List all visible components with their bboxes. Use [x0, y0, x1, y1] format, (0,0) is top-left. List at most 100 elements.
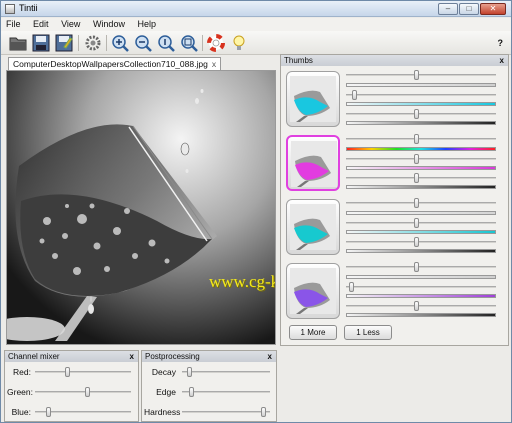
zoom-in-icon[interactable]: [110, 33, 130, 53]
slider-handle[interactable]: [414, 173, 419, 183]
slider-track: [346, 241, 496, 243]
save-icon[interactable]: [31, 33, 51, 53]
slider-handle[interactable]: [85, 387, 90, 397]
value-slider[interactable]: [346, 237, 496, 247]
slider-handle[interactable]: [414, 70, 419, 80]
slider-handle[interactable]: [349, 282, 354, 292]
thumb-row: [281, 198, 510, 259]
channel-mixer-slider[interactable]: [35, 387, 131, 397]
saturation-slider[interactable]: [346, 282, 496, 292]
hue-slider[interactable]: [346, 134, 496, 144]
slider-handle[interactable]: [414, 154, 419, 164]
postprocessing-slider[interactable]: [182, 407, 270, 417]
postprocessing-row: Hardness: [142, 405, 276, 419]
one-less-button[interactable]: 1 Less: [344, 325, 392, 340]
hue-gradient: [346, 147, 496, 151]
app-window: Tintii – □ ✕ File Edit View Window Help: [0, 0, 512, 423]
value-gradient: [346, 185, 496, 189]
slider-track: [35, 371, 131, 373]
one-more-button[interactable]: 1 More: [289, 325, 337, 340]
channel-mixer-slider[interactable]: [35, 367, 131, 377]
postprocessing-row: Decay: [142, 365, 276, 379]
slider-handle[interactable]: [46, 407, 51, 417]
slider-handle[interactable]: [414, 198, 419, 208]
menu-view[interactable]: View: [56, 18, 85, 29]
slider-handle[interactable]: [65, 367, 70, 377]
postprocessing-row: Edge: [142, 385, 276, 399]
slider-handle[interactable]: [261, 407, 266, 417]
hue-slider[interactable]: [346, 198, 496, 208]
thumbs-title-text: Thumbs: [284, 56, 313, 65]
watermark-text: www.cg-ku.com: [209, 272, 275, 291]
menu-file[interactable]: File: [1, 18, 26, 29]
value-gradient: [346, 313, 496, 317]
tab-close-icon[interactable]: x: [212, 59, 216, 69]
image-viewport[interactable]: www.cg-ku.com: [6, 70, 276, 345]
channel-mixer-panel: Channel mixer x Red: Green: Blue:: [4, 350, 139, 422]
saturation-slider[interactable]: [346, 90, 496, 100]
postprocessing-title: Postprocessing x: [142, 351, 276, 362]
postprocessing-title-text: Postprocessing: [145, 352, 200, 361]
slider-handle[interactable]: [414, 262, 419, 272]
slider-handle[interactable]: [414, 237, 419, 247]
channel-mixer-label: Red:: [13, 367, 31, 377]
slider-handle[interactable]: [414, 134, 419, 144]
help-lifebuoy-icon[interactable]: [206, 33, 226, 53]
window-title: Tintii: [19, 3, 38, 13]
saturation-slider[interactable]: [346, 154, 496, 164]
zoom-fit-icon[interactable]: [179, 33, 199, 53]
tab-image-file[interactable]: ComputerDesktopWallpapersCollection710_0…: [8, 57, 222, 70]
thumb-preview[interactable]: [286, 263, 340, 319]
channel-mixer-row: Blue:: [5, 405, 138, 419]
open-folder-icon[interactable]: [8, 33, 28, 53]
close-button[interactable]: ✕: [480, 3, 506, 15]
slider-handle[interactable]: [187, 367, 192, 377]
channel-mixer-slider[interactable]: [35, 407, 131, 417]
thumb-preview-selected[interactable]: [286, 135, 340, 191]
value-slider[interactable]: [346, 109, 496, 119]
slider-track: [346, 202, 496, 204]
hue-slider[interactable]: [346, 262, 496, 272]
channel-mixer-close-icon[interactable]: x: [130, 351, 134, 362]
postprocessing-slider[interactable]: [182, 387, 270, 397]
menu-bar: File Edit View Window Help: [1, 18, 511, 31]
whats-this-help-button[interactable]: ?: [498, 38, 504, 48]
channel-mixer-row: Red:: [5, 365, 138, 379]
value-slider[interactable]: [346, 173, 496, 183]
slider-track: [346, 158, 496, 160]
slider-track: [182, 371, 270, 373]
slider-handle[interactable]: [414, 218, 419, 228]
saturation-gradient: [346, 230, 496, 234]
thumb-preview[interactable]: [286, 71, 340, 127]
saturation-gradient: [346, 102, 496, 106]
thumb-preview[interactable]: [286, 199, 340, 255]
slider-handle[interactable]: [414, 301, 419, 311]
thumbs-close-icon[interactable]: x: [500, 55, 504, 66]
zoom-actual-icon[interactable]: [156, 33, 176, 53]
maximize-button[interactable]: □: [459, 3, 479, 15]
thumb-row: [281, 70, 510, 131]
menu-help[interactable]: Help: [132, 18, 161, 29]
save-as-icon[interactable]: [54, 33, 74, 53]
slider-handle[interactable]: [352, 90, 357, 100]
settings-gear-icon[interactable]: [83, 33, 103, 53]
tip-lightbulb-icon[interactable]: [229, 33, 249, 53]
zoom-out-icon[interactable]: [133, 33, 153, 53]
slider-track: [182, 411, 270, 413]
hue-slider[interactable]: [346, 70, 496, 80]
postprocessing-label: Decay: [151, 367, 176, 377]
value-slider[interactable]: [346, 301, 496, 311]
slider-track: [346, 222, 496, 224]
menu-window[interactable]: Window: [88, 18, 130, 29]
slider-handle[interactable]: [189, 387, 194, 397]
toolbar-separator: [78, 35, 79, 51]
menu-edit[interactable]: Edit: [28, 18, 54, 29]
hue-gradient: [346, 83, 496, 87]
postprocessing-slider[interactable]: [182, 367, 270, 377]
postprocessing-close-icon[interactable]: x: [268, 351, 272, 362]
postprocessing-panel: Postprocessing x Decay Edge Hardness: [141, 350, 277, 422]
saturation-slider[interactable]: [346, 218, 496, 228]
minimize-button[interactable]: –: [438, 3, 458, 15]
thumbs-panel-title: Thumbs x: [281, 55, 508, 66]
slider-handle[interactable]: [414, 109, 419, 119]
